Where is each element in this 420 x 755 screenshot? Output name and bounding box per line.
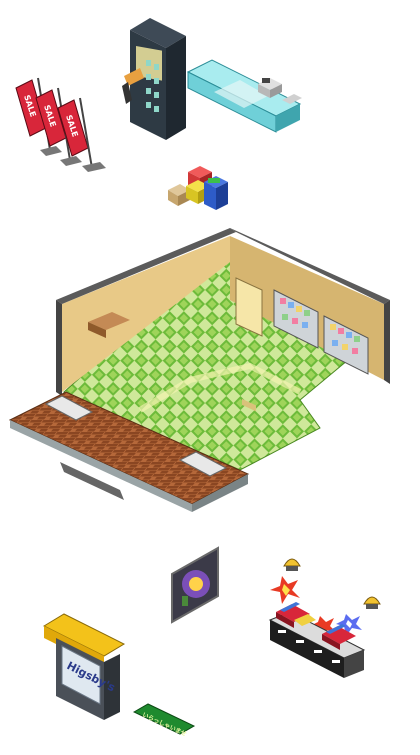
- poster-icon: [171, 546, 219, 624]
- vending-machine-icon: [122, 18, 186, 140]
- display-counter-icon: [186, 59, 302, 133]
- mettaur-1: [283, 558, 301, 571]
- mettaur-2: [363, 596, 381, 609]
- welcome-mat-icon: いらっしゃいませ: [132, 703, 196, 738]
- sprite-sheet: SALE SALE SALE Higsby's いらっしゃいませ: [8, 18, 390, 738]
- product-shelf-icon: [268, 602, 366, 678]
- storefront-sign-icon: Higsby's: [42, 613, 126, 720]
- mettaur-icon: [283, 558, 381, 609]
- shop-room-icon: [8, 228, 390, 512]
- sale-banner-icon: SALE SALE SALE: [15, 77, 106, 172]
- gift-boxes-icon: [168, 166, 228, 210]
